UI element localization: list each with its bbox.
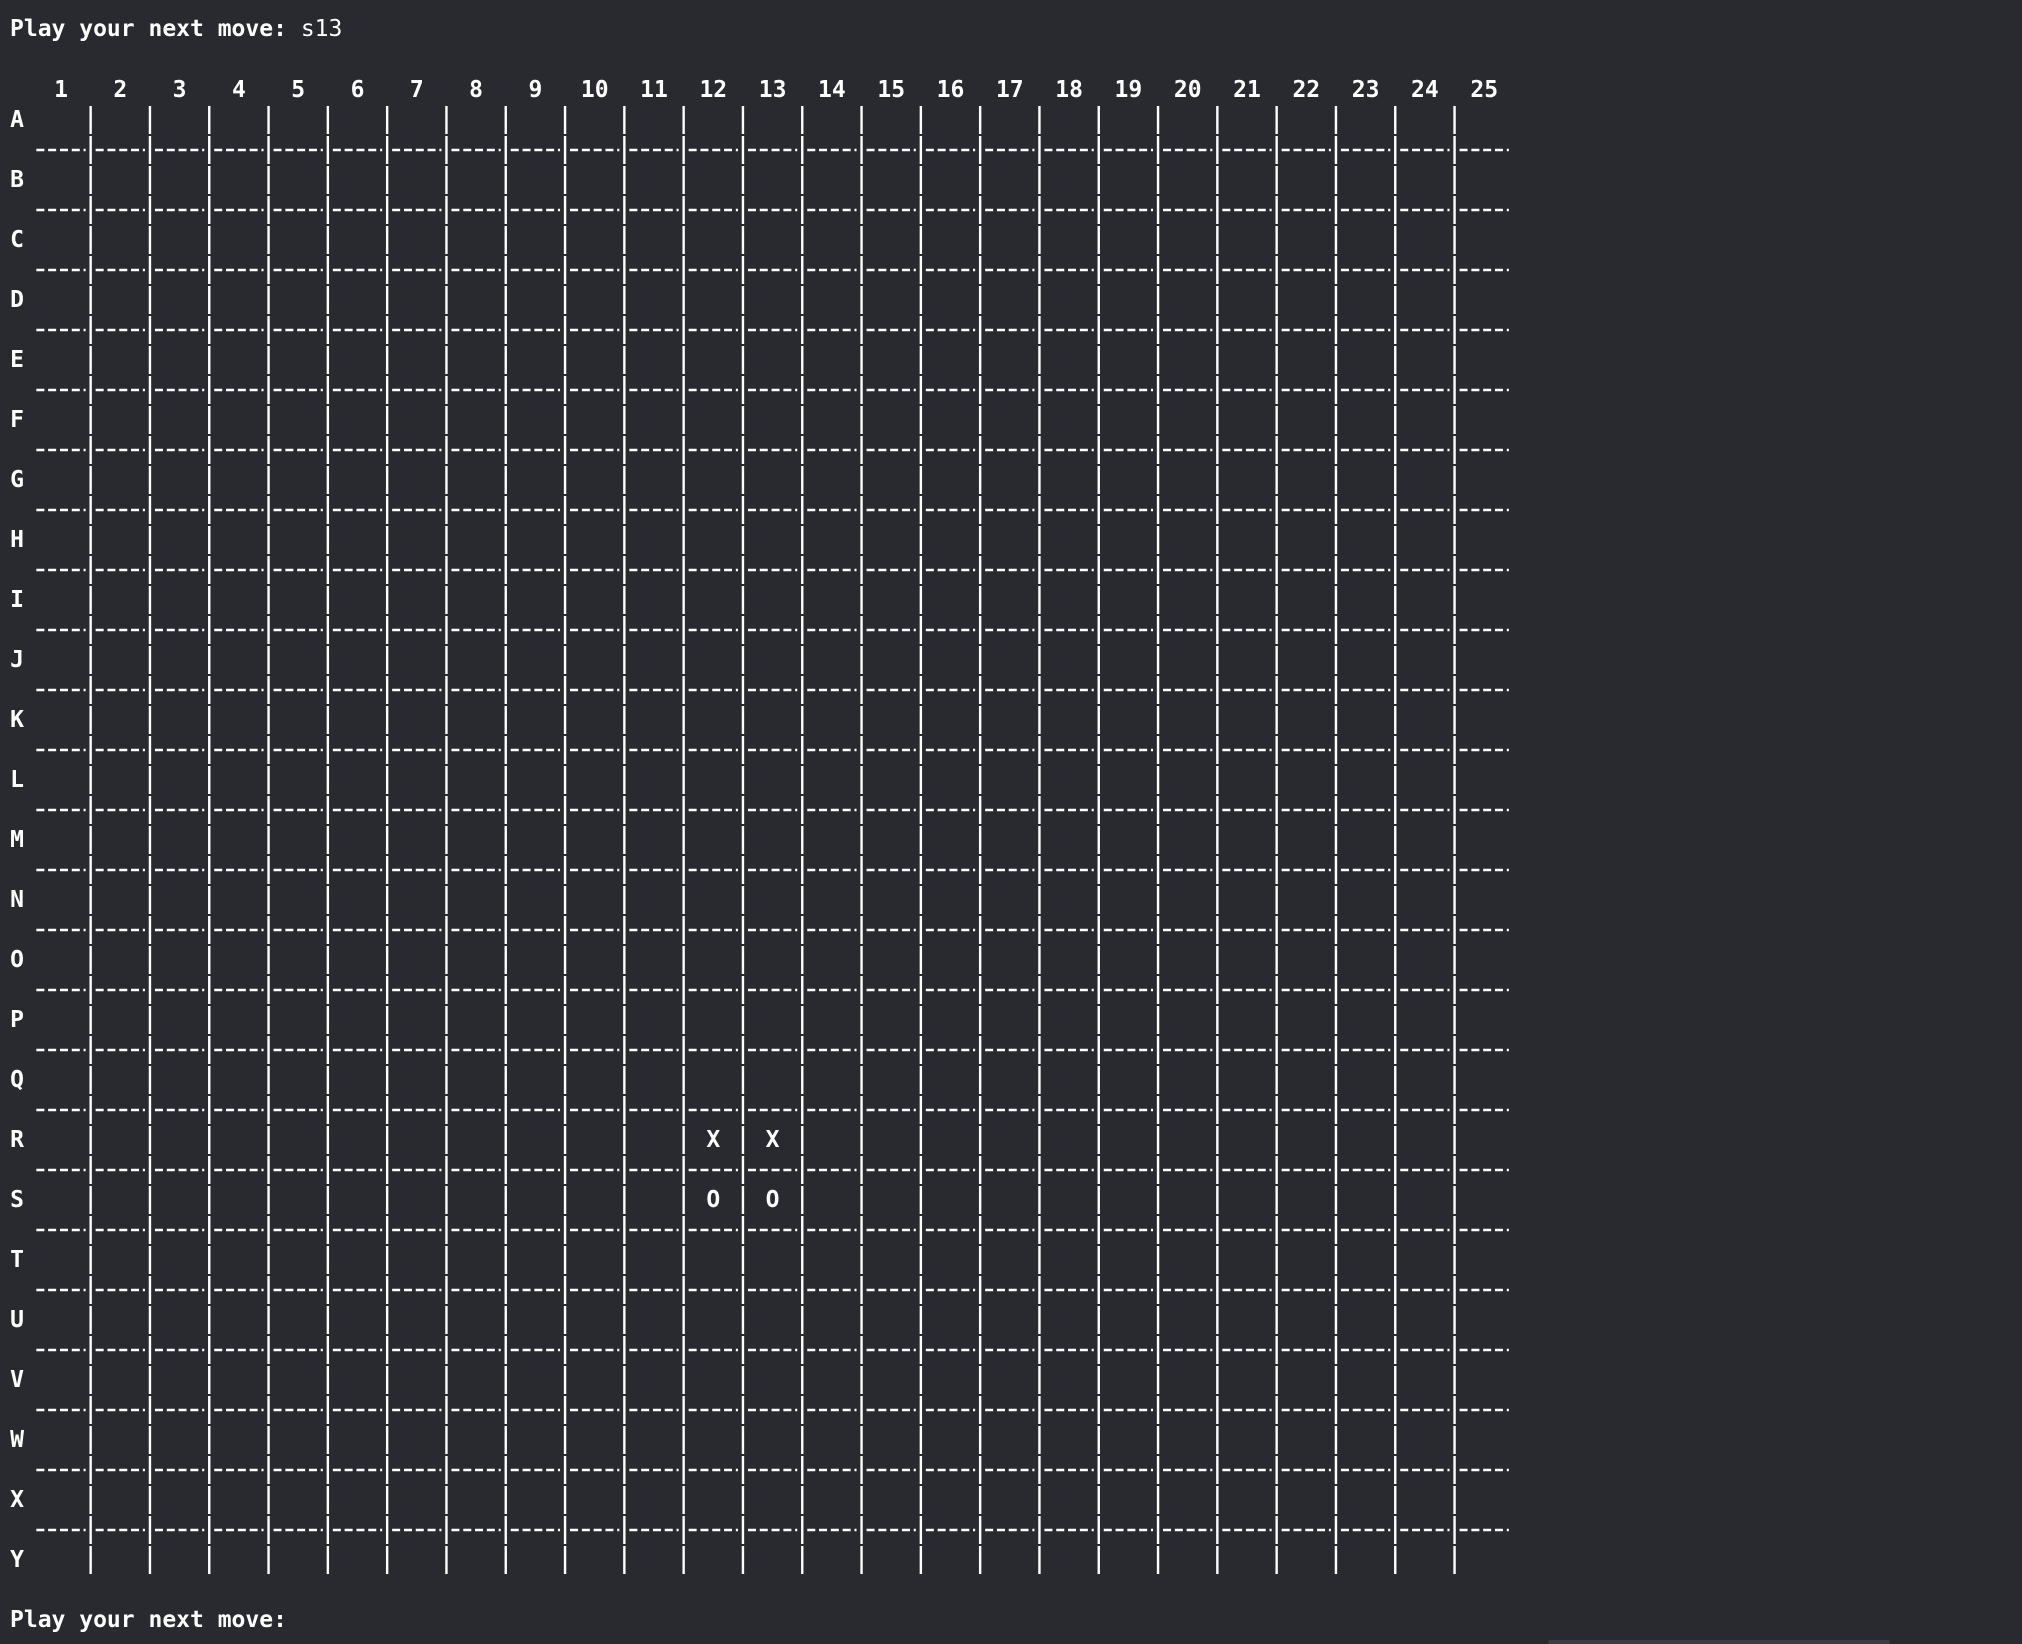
column-label: 6	[351, 77, 365, 103]
column-label: 4	[232, 77, 246, 103]
column-label: 24	[1411, 77, 1439, 103]
row-label: J	[10, 647, 24, 673]
column-label: 16	[937, 77, 965, 103]
column-label: 1	[54, 77, 68, 103]
column-label: 7	[410, 77, 424, 103]
o-piece: O	[706, 1187, 720, 1213]
o-piece: O	[766, 1187, 780, 1213]
column-label: 25	[1470, 77, 1498, 103]
board-grid	[36, 106, 1509, 1574]
row-label: T	[10, 1247, 24, 1273]
row-label: D	[10, 287, 24, 313]
column-label: 3	[173, 77, 187, 103]
column-label: 2	[113, 77, 127, 103]
row-label: A	[10, 107, 24, 133]
row-label: E	[10, 347, 24, 373]
row-label: N	[10, 887, 24, 913]
column-label: 9	[528, 77, 542, 103]
column-label: 12	[699, 77, 727, 103]
column-label: 22	[1292, 77, 1320, 103]
column-label: 23	[1352, 77, 1380, 103]
row-label: Q	[10, 1067, 24, 1093]
row-label: F	[10, 407, 24, 433]
row-label: X	[10, 1487, 24, 1513]
horizontal-scrollbar[interactable]	[1548, 1640, 1890, 1644]
row-headers: A B C D E F G H I J K L M N O P Q R S T U V W X Y	[10, 107, 24, 1573]
column-label: 5	[291, 77, 305, 103]
column-label: 21	[1233, 77, 1261, 103]
row-label: V	[10, 1367, 24, 1393]
column-label: 11	[640, 77, 668, 103]
row-label: Y	[10, 1547, 24, 1573]
column-label: 8	[469, 77, 483, 103]
row-label: G	[10, 467, 24, 493]
row-label: U	[10, 1307, 24, 1333]
row-label: L	[10, 767, 24, 793]
row-label: S	[10, 1187, 24, 1213]
row-label: C	[10, 227, 24, 253]
column-label: 20	[1174, 77, 1202, 103]
row-label: M	[10, 827, 24, 853]
column-label: 19	[1115, 77, 1143, 103]
column-label: 14	[818, 77, 846, 103]
row-label: W	[10, 1427, 24, 1453]
row-label: H	[10, 527, 24, 553]
column-headers: 1 2 3 4 5 6 7 8 9 10 11 12 13 14 15 16 17 18 19 20 21 22 23 24 2…	[54, 77, 1498, 103]
current-prompt-label: Play your next move:	[10, 1607, 287, 1633]
row-label: O	[10, 947, 24, 973]
current-prompt-line[interactable]: Play your next move:	[10, 1605, 314, 1635]
game-board: 1 2 3 4 5 6 7 8 9 10 11 12 13 14 15 16 17 18 19 20 21 22 23 24 2…	[10, 77, 1509, 1574]
row-label: B	[10, 167, 24, 193]
x-piece: X	[766, 1127, 780, 1153]
column-label: 18	[1055, 77, 1083, 103]
column-label: 15	[877, 77, 905, 103]
column-label: 10	[581, 77, 609, 103]
row-label: K	[10, 707, 24, 733]
column-label: 13	[759, 77, 787, 103]
row-label: P	[10, 1007, 24, 1033]
column-label: 17	[996, 77, 1024, 103]
row-label: R	[10, 1127, 24, 1153]
x-piece: X	[706, 1127, 720, 1153]
row-label: I	[10, 587, 24, 613]
